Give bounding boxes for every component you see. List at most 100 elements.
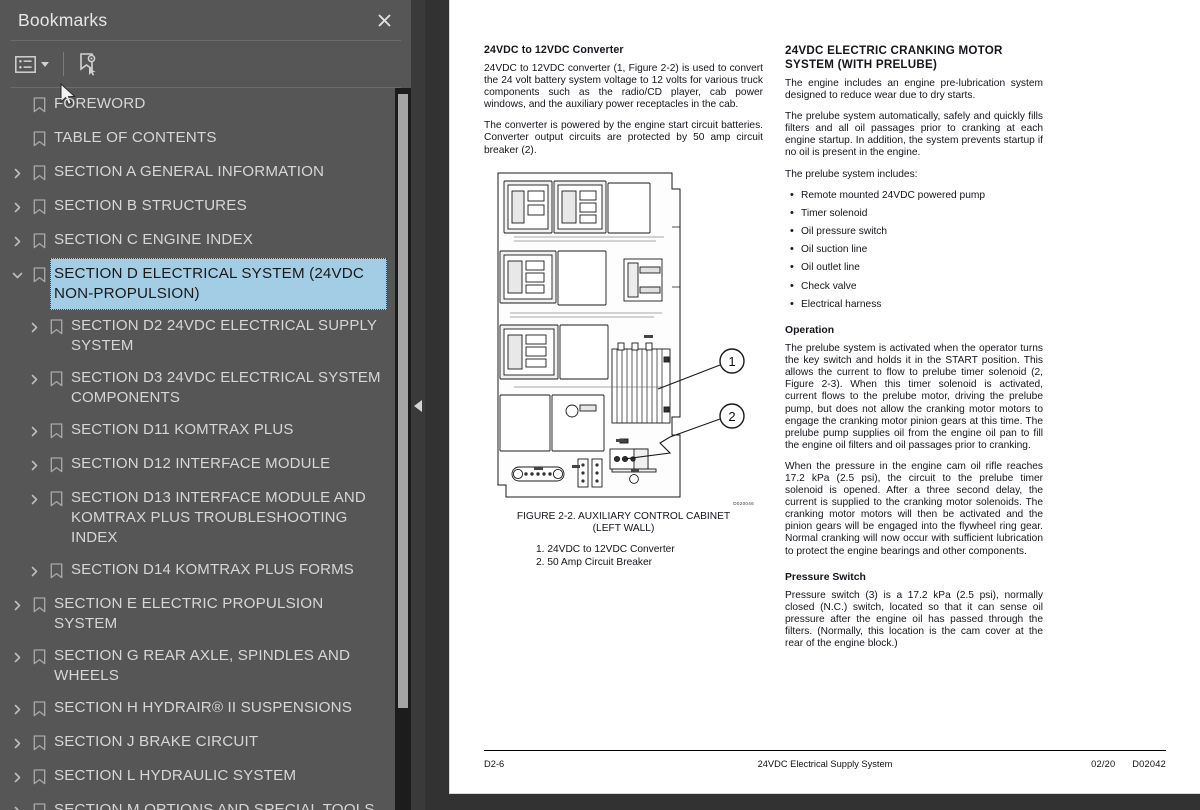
operation-paragraph-2: When the pressure in the engine cam oil … [785,460,1043,557]
close-icon[interactable] [371,7,397,33]
bookmark-label: SECTION D ELECTRICAL SYSTEM (24VDC NON-P… [50,258,387,310]
operation-paragraph-1: The prelube system is activated when the… [785,343,1043,451]
bookmark-tree-item[interactable]: TABLE OF CONTENTS [0,122,395,156]
bookmark-label: SECTION B STRUCTURES [54,197,247,214]
bookmarks-tree-container: FOREWORD TABLE OF CONTENTS SECTION A GENER… [0,88,411,810]
bookmark-tree-item[interactable]: SECTION L HYDRAULIC SYSTEM [0,760,395,794]
footer-rule [484,750,1166,751]
bookmark-options-button[interactable] [73,49,103,79]
chevron-right-icon[interactable] [23,555,45,587]
bookmark-tree-item[interactable]: SECTION A GENERAL INFORMATION [0,156,395,190]
bookmarks-panel-header: Bookmarks [0,0,411,40]
chevron-right-icon[interactable] [6,225,28,257]
chevron-right-icon[interactable] [23,311,45,343]
page-columns: 24VDC to 12VDC Converter 24VDC to 12VDC … [484,44,1064,734]
chevron-right-icon[interactable] [6,727,28,759]
toolbar-separator [63,52,64,76]
chevron-right-icon[interactable] [23,449,45,481]
bookmark-tree-item[interactable]: SECTION J BRAKE CIRCUIT [0,726,395,760]
pdf-reader-window: Bookmarks FOREWORD TABLE OF CONTENTS SEC… [0,0,1200,810]
prelube-components-list: Remote mounted 24VDC powered pump Timer s… [785,189,1043,311]
page-footer: D2-6 24VDC Electrical Supply System 02/2… [484,759,1166,769]
bookmark-label: SECTION H HYDRAIR® II SUSPENSIONS [54,699,352,716]
bookmarks-tree[interactable]: FOREWORD TABLE OF CONTENTS SECTION A GENER… [0,88,395,810]
bookmark-label: SECTION D2 24VDC ELECTRICAL SUPPLY SYSTE… [71,317,377,354]
prelube-component-item: Oil suction line [785,243,1043,256]
bookmark-label: SECTION A GENERAL INFORMATION [54,163,325,180]
bookmark-tree-item[interactable]: SECTION H HYDRAIR® II SUSPENSIONS [0,692,395,726]
bookmark-icon [28,259,50,291]
bookmark-icon [28,225,50,257]
list-options-icon [15,55,36,73]
bookmark-gear-icon [76,52,100,76]
bookmark-tree-item[interactable]: SECTION B STRUCTURES [0,190,395,224]
chevron-right-icon[interactable] [6,641,28,673]
bookmark-label: SECTION D12 INTERFACE MODULE [71,455,331,472]
chevron-right-icon[interactable] [6,589,28,621]
chevron-right-icon[interactable] [23,483,45,515]
collapse-panel-button[interactable] [411,388,425,424]
bookmark-label: SECTION D13 INTERFACE MODULE AND KOMTRAX… [71,489,366,546]
figure-caption: FIGURE 2-2. AUXILIARY CONTROL CABINET (L… [484,511,763,536]
bookmark-tree-item[interactable]: FOREWORD [0,88,395,122]
converter-paragraph-2: The converter is powered by the engine s… [484,120,763,156]
converter-heading: 24VDC to 12VDC Converter [484,44,624,56]
tree-scrollbar[interactable] [395,88,411,810]
bookmark-tree-item[interactable]: SECTION D13 INTERFACE MODULE AND KOMTRAX… [0,482,395,554]
footer-page-number: D2-6 [484,759,505,769]
bookmark-tree-item[interactable]: SECTION E ELECTRIC PROPULSION SYSTEM [0,588,395,640]
footer-section-title: 24VDC Electrical Supply System [757,759,893,769]
right-column: 24VDC ELECTRIC CRANKING MOTOR SYSTEM (WI… [785,44,1043,734]
bookmark-tree-item[interactable]: SECTION C ENGINE INDEX [0,224,395,258]
bookmark-icon [28,727,50,759]
prelube-includes-intro: The prelube system includes: [785,168,918,180]
chevron-right-icon[interactable] [6,761,28,793]
chevron-right-icon[interactable] [6,157,28,189]
triangle-left-icon [414,400,422,412]
panel-splitter[interactable] [411,0,425,810]
bookmark-icon [45,415,67,447]
chevron-right-icon[interactable] [6,795,28,810]
bookmark-label: SECTION D11 KOMTRAX PLUS [71,421,294,438]
footer-doc-id: D02042 [1132,759,1166,769]
pdf-viewer[interactable]: 24VDC to 12VDC Converter 24VDC to 12VDC … [425,0,1200,810]
left-column: 24VDC to 12VDC Converter 24VDC to 12VDC … [484,44,763,734]
bookmarks-toolbar [0,41,411,106]
bookmark-tree-item[interactable]: SECTION G REAR AXLE, SPINDLES AND WHEELS [0,640,395,692]
bookmark-icon [45,555,67,587]
bookmark-icon [45,449,67,481]
bookmark-label: FOREWORD [54,95,146,112]
figure-drawing-number: D020046 [733,500,754,506]
bookmark-label: SECTION E ELECTRIC PROPULSION SYSTEM [54,595,324,632]
bookmark-tree-item[interactable]: SECTION D14 KOMTRAX PLUS FORMS [0,554,395,588]
chevron-right-icon[interactable] [23,415,45,447]
chevron-right-icon[interactable] [6,693,28,725]
pressure-switch-paragraph: Pressure switch (3) is a 17.2 kPa (2.5 p… [785,589,1043,650]
figure-legend-item: 2. 50 Amp Circuit Breaker [536,557,653,569]
list-options-button[interactable] [12,49,52,79]
chevron-right-icon[interactable] [23,363,45,395]
bookmark-tree-item[interactable]: SECTION D3 24VDC ELECTRICAL SYSTEM COMPO… [0,362,395,414]
chevron-down-icon[interactable] [6,259,28,291]
bookmark-tree-item[interactable]: SECTION D ELECTRICAL SYSTEM (24VDC NON-P… [0,258,395,310]
bookmark-tree-item[interactable]: SECTION M OPTIONS AND SPECIAL TOOLS [0,794,395,810]
bookmark-label: SECTION L HYDRAULIC SYSTEM [54,767,297,784]
bookmark-icon [28,157,50,189]
tree-scrollbar-thumb[interactable] [398,94,408,708]
prelube-paragraph-2: The prelube system automatically, safely… [785,111,1043,159]
chevron-down-icon [41,61,49,67]
bookmarks-panel: Bookmarks FOREWORD TABLE OF CONTENTS SEC… [0,0,411,810]
bookmark-icon [45,483,67,515]
bookmark-label: SECTION C ENGINE INDEX [54,231,254,248]
bookmark-icon [28,123,50,155]
bookmark-tree-item[interactable]: SECTION D12 INTERFACE MODULE [0,448,395,482]
prelube-component-item: Remote mounted 24VDC powered pump [785,189,1043,202]
footer-date: 02/20 [1091,759,1116,769]
bookmark-tree-item[interactable]: SECTION D2 24VDC ELECTRICAL SUPPLY SYSTE… [0,310,395,362]
bookmark-icon [28,641,50,673]
bookmark-tree-item[interactable]: SECTION D11 KOMTRAX PLUS [0,414,395,448]
svg-text:1: 1 [728,354,735,369]
prelube-component-item: Electrical harness [785,298,1043,311]
chevron-right-icon[interactable] [6,191,28,223]
prelube-paragraph-1: The engine includes an engine pre-lubric… [785,78,1043,102]
